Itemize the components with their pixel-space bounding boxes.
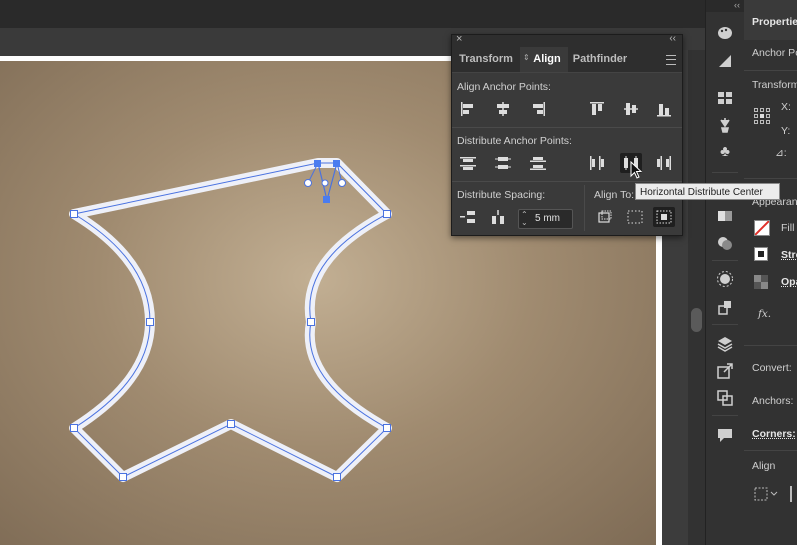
vertical-distribute-space-icon[interactable]: [457, 207, 479, 227]
align-to-label: Align To:: [594, 189, 635, 201]
distribute-spacing-label: Distribute Spacing:: [457, 189, 546, 201]
stepper-down-icon[interactable]: ⌄: [521, 219, 528, 227]
horizontal-distribute-left-icon[interactable]: [586, 153, 608, 173]
align-to-selection-icon[interactable]: [594, 207, 616, 227]
align-to-key-anchor-icon[interactable]: [653, 207, 675, 227]
horizontal-distribute-right-icon[interactable]: [653, 153, 675, 173]
artboards-icon[interactable]: [714, 387, 736, 409]
brush-icon[interactable]: [714, 114, 736, 136]
align-left-icon[interactable]: [790, 486, 797, 502]
tab-expand-icon: ⇕: [523, 53, 530, 62]
tab-transform[interactable]: Transform: [452, 47, 520, 72]
x-label: X:: [781, 101, 791, 113]
horizontal-align-left-icon[interactable]: [457, 99, 479, 119]
anchor-point-label: Anchor Po: [752, 47, 797, 59]
y-label: Y:: [781, 125, 791, 137]
comments-icon[interactable]: [714, 424, 736, 446]
tab-pathfinder[interactable]: Pathfinder: [568, 47, 632, 72]
vertical-distribute-top-icon[interactable]: [457, 153, 479, 173]
angle-label: ⊿:: [775, 147, 787, 159]
panel-menu-icon[interactable]: [666, 55, 676, 65]
align-panel: × ‹‹ Transform Align ⇕ Pathfinder Align …: [451, 33, 683, 236]
convert-label: Convert:: [752, 362, 792, 374]
corners-label[interactable]: Corners:: [752, 428, 796, 440]
spacing-value: 5 mm: [535, 213, 560, 224]
mouse-cursor-icon: [630, 161, 643, 179]
distribute-anchor-points-label: Distribute Anchor Points:: [457, 135, 572, 147]
horizontal-distribute-space-icon[interactable]: [487, 207, 509, 227]
opacity-label[interactable]: Opa: [781, 276, 797, 288]
transform-label: Transform: [752, 79, 797, 91]
vertical-distribute-bottom-icon[interactable]: [527, 153, 549, 173]
swatch-grid-icon[interactable]: [714, 87, 736, 109]
anchors-label: Anchors:: [752, 395, 794, 407]
vertical-align-center-icon[interactable]: [620, 99, 642, 119]
panel-tabs: Transform Align ⇕ Pathfinder: [452, 47, 682, 73]
properties-title[interactable]: Properties: [752, 16, 797, 28]
tooltip: Horizontal Distribute Center: [635, 183, 780, 200]
panel-icon-column: ‹‹ ♣: [705, 0, 745, 545]
collapse-chevron-icon[interactable]: ‹‹: [706, 0, 744, 12]
transparency-icon[interactable]: [714, 232, 736, 254]
vertical-distribute-center-icon[interactable]: [492, 153, 514, 173]
gradient-icon[interactable]: [714, 50, 736, 72]
align-anchor-points-label: Align Anchor Points:: [457, 81, 551, 93]
stroke-swatch[interactable]: [754, 247, 768, 261]
club-symbol-icon[interactable]: ♣: [714, 140, 736, 162]
horizontal-align-center-icon[interactable]: [492, 99, 514, 119]
appearance-icon[interactable]: [714, 268, 736, 290]
align-label: Align: [752, 460, 776, 472]
properties-panel: Properties Anchor Po Transform X: Y: ⊿: …: [744, 0, 797, 545]
effects-fx-button[interactable]: fx.: [758, 308, 771, 320]
layers-icon[interactable]: [714, 333, 736, 355]
fill-none-swatch[interactable]: [754, 220, 770, 236]
vertical-align-top-icon[interactable]: [586, 99, 608, 119]
align-to-selection-dropdown[interactable]: [754, 486, 780, 502]
paint-palette-icon[interactable]: [714, 22, 736, 44]
spacing-value-field[interactable]: ⌃ ⌄ 5 mm: [518, 209, 573, 229]
horizontal-align-right-icon[interactable]: [527, 99, 549, 119]
align-to-key-object-icon[interactable]: [624, 207, 646, 227]
vertical-align-bottom-icon[interactable]: [653, 99, 675, 119]
close-icon[interactable]: ×: [456, 33, 462, 45]
collapse-panel-icon[interactable]: ‹‹: [669, 33, 676, 44]
export-icon[interactable]: [714, 360, 736, 382]
graphic-styles-icon[interactable]: [714, 296, 736, 318]
stroke-label[interactable]: Stro: [781, 249, 797, 261]
fill-label: Fill: [781, 222, 795, 234]
opacity-icon[interactable]: [754, 275, 768, 289]
gradient-panel-icon[interactable]: [714, 205, 736, 227]
reference-point-icon[interactable]: [754, 108, 770, 124]
